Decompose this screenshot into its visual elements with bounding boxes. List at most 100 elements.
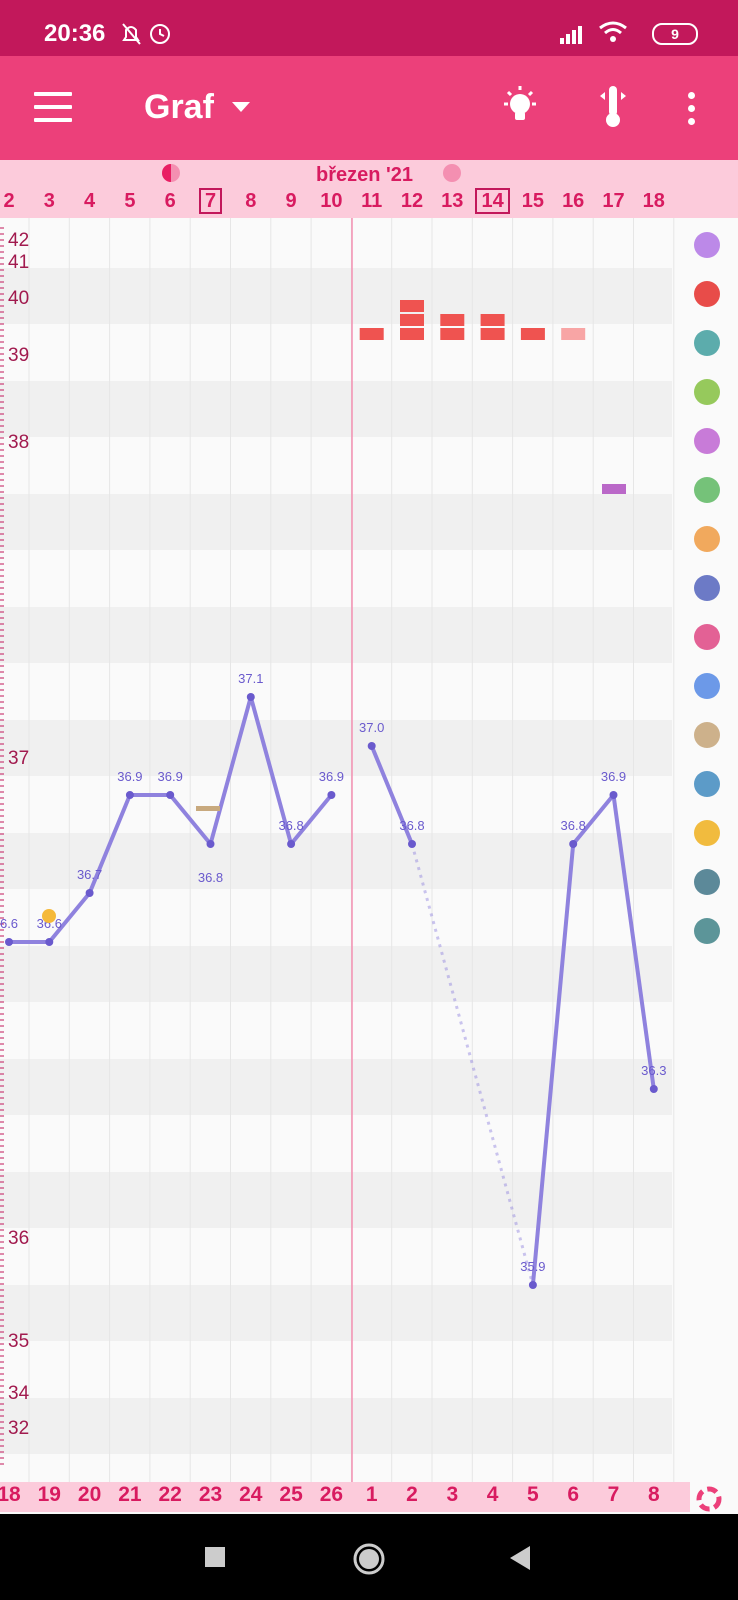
more-vert-icon[interactable] (688, 92, 696, 131)
lightbulb-icon[interactable] (498, 84, 542, 128)
app-bar: Graf (0, 56, 738, 160)
cycle-day: 3 (446, 1483, 459, 1506)
ovulation-dot (42, 909, 56, 923)
temperature-label: 37.1 (238, 671, 263, 686)
cycle-day: 25 (279, 1483, 303, 1506)
calendar-day[interactable]: 6 (150, 190, 190, 213)
temperature-point (45, 938, 54, 946)
calendar-day-label: 13 (441, 190, 464, 212)
status-right: 9 (558, 20, 698, 48)
smiley-icon[interactable] (690, 571, 724, 605)
temperature-point (408, 840, 416, 848)
rings-icon[interactable] (690, 375, 724, 409)
signal-icon (560, 26, 582, 44)
body-pain-icon[interactable] (690, 620, 724, 654)
bleeding-bar (400, 314, 424, 326)
document-icon[interactable] (690, 669, 724, 703)
calendar-day[interactable]: 5 (110, 190, 150, 213)
bleeding-bar (400, 328, 424, 340)
pregnancy-test-icon[interactable] (690, 718, 724, 752)
calendar-day[interactable]: 17 (594, 190, 634, 213)
bleeding-bar (561, 328, 586, 340)
temperature-point (85, 889, 94, 897)
calendar-day[interactable]: 12 (392, 190, 432, 213)
calendar-day[interactable]: 14 (473, 188, 513, 214)
calendar-day-label: 15 (521, 190, 545, 212)
cycle-ring-icon[interactable] (694, 1484, 724, 1514)
bleeding-bar (400, 300, 424, 312)
grid-band (0, 946, 672, 1002)
calendar-day[interactable]: 15 (513, 190, 553, 213)
date-header: březen '21 2 3 4 5 6 7 8 9 10 11 12 13 14 15 16 17 18 (0, 160, 738, 218)
bleeding-bar (359, 328, 384, 340)
sun-alert-icon[interactable] (690, 816, 724, 850)
calendar-day-label: 6 (164, 190, 176, 212)
calendar-day-label: 5 (124, 190, 136, 212)
heart-icon[interactable] (690, 424, 724, 458)
temperature-point (609, 791, 618, 799)
calendar-day[interactable]: 2 (0, 190, 29, 213)
bleeding-bar (480, 328, 505, 340)
temperature-chart[interactable]: 6.6 36.636.736.9 36.936.837.136.836.937.03… (0, 218, 690, 1482)
bleeding-bar (480, 314, 505, 326)
cycle-day: 26 (319, 1483, 344, 1506)
grid-band (0, 607, 672, 663)
temperature-label: 36.9 (158, 769, 183, 784)
status-time: 20:36 (44, 20, 106, 47)
calendar-day-label: 11 (361, 190, 383, 212)
magnifier-check-icon[interactable] (690, 865, 724, 899)
temperature-label: 36.7 (77, 867, 102, 882)
y-axis-label: 41 (8, 252, 30, 273)
calendar-day[interactable]: 13 (432, 190, 472, 213)
calendar-day[interactable]: 9 (271, 190, 311, 213)
stopwatch-icon[interactable] (690, 914, 724, 948)
grid-band (0, 268, 672, 324)
snowflake-icon[interactable] (690, 767, 724, 801)
calendar-day[interactable]: 10 (311, 190, 351, 213)
recents-button[interactable] (205, 1547, 225, 1567)
cycle-day: 21 (118, 1483, 142, 1506)
calendar-day[interactable]: 7 (191, 188, 231, 214)
leaf-icon[interactable] (690, 473, 724, 507)
temperature-label: 36.8 (561, 818, 586, 833)
calendar-day[interactable]: 16 (553, 190, 593, 213)
page-title[interactable]: Graf (144, 88, 214, 127)
grid-band (0, 1172, 672, 1228)
pill-bottle-icon[interactable] (690, 522, 724, 556)
calendar-day[interactable]: 8 (231, 190, 271, 213)
flower-icon[interactable] (690, 228, 724, 262)
grid-band (0, 1059, 672, 1115)
grid-band (0, 720, 672, 776)
temperature-label: 36.9 (117, 769, 142, 784)
cycle-day: 24 (239, 1483, 263, 1506)
calendar-day[interactable]: 4 (70, 190, 110, 213)
y-axis-label: 40 (8, 288, 30, 309)
thermometer-icon[interactable] (598, 84, 628, 128)
cycle-day: 20 (77, 1483, 102, 1506)
status-bar: 20:36 9 (0, 0, 738, 56)
tablet-marker (196, 806, 220, 811)
calendar-day[interactable]: 3 (29, 190, 69, 213)
y-axis-label: 38 (8, 432, 30, 453)
calendar-day-label: 2 (3, 190, 15, 212)
chevron-down-icon[interactable] (232, 102, 250, 112)
cycle-day: 23 (198, 1483, 223, 1506)
temperature-point (528, 1281, 537, 1289)
cycle-day: 7 (607, 1483, 620, 1506)
calendar-day-label: 10 (320, 190, 343, 212)
calendar-day-label: 8 (245, 190, 257, 212)
bleeding-bar (440, 328, 465, 340)
blood-drop-icon[interactable] (690, 277, 724, 311)
home-button[interactable] (352, 1542, 386, 1576)
splash-icon[interactable] (690, 326, 724, 360)
calendar-day[interactable]: 18 (634, 190, 674, 213)
wifi-icon (599, 21, 627, 42)
calendar-day-label: 7 (198, 188, 223, 214)
temperature-label: 36.3 (641, 1063, 666, 1078)
temperature-label: 36.8 (278, 818, 303, 833)
menu-icon[interactable] (34, 92, 72, 122)
temperature-point (649, 1085, 658, 1093)
calendar-day[interactable]: 11 (352, 190, 392, 213)
cycle-day: 6 (567, 1483, 580, 1506)
back-button[interactable] (508, 1544, 532, 1572)
